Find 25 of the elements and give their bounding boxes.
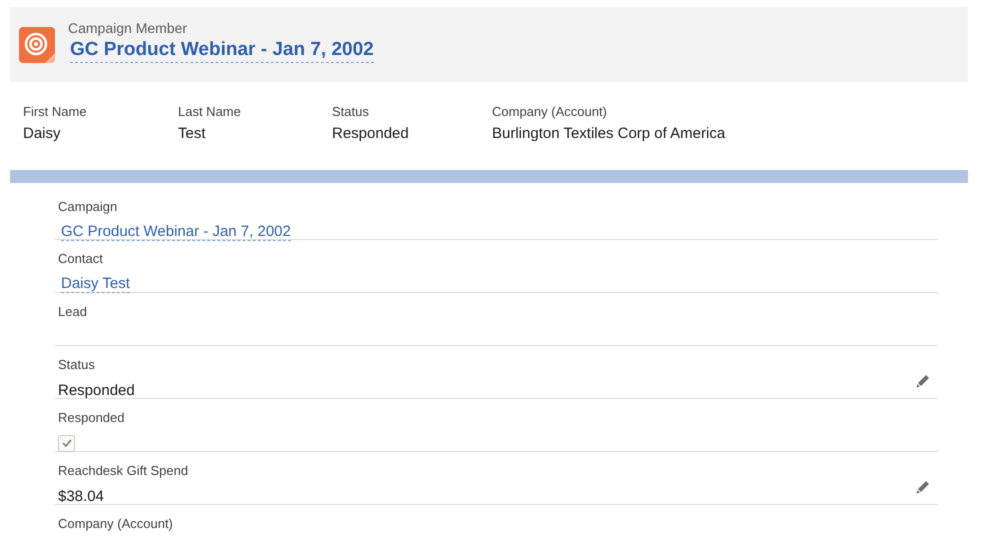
field-value: Daisy — [23, 125, 62, 142]
field-value: Burlington Textiles Corp of America — [492, 125, 726, 142]
field-label: First Name — [23, 104, 88, 119]
record-link[interactable]: Daisy Test — [61, 275, 130, 293]
field-label: Status — [332, 104, 370, 119]
edit-icon[interactable] — [916, 374, 930, 388]
record-title-link[interactable]: GC Product Webinar - Jan 7, 2002 — [70, 39, 374, 63]
edit-icon[interactable] — [916, 480, 930, 494]
field-value: Responded — [58, 382, 135, 398]
record-link[interactable]: GC Product Webinar - Jan 7, 2002 — [61, 223, 291, 241]
field-label: Reachdesk Gift Spend — [58, 463, 188, 479]
field-label: Lead — [58, 304, 87, 320]
field-label: Contact — [58, 251, 104, 267]
field-label: Company (Account) — [58, 516, 173, 532]
field-label: Last Name — [178, 104, 242, 119]
field-value: Test — [178, 125, 207, 142]
target-icon — [19, 27, 55, 63]
field-label: Responded — [58, 410, 124, 426]
check-icon — [62, 439, 72, 447]
field-value: $38.04 — [58, 488, 104, 504]
field-label: Status — [58, 357, 96, 373]
object-type-label: Campaign Member — [68, 20, 188, 36]
field-value: Responded — [332, 125, 410, 142]
field-label: Campaign — [58, 199, 118, 215]
field-label: Company (Account) — [492, 104, 608, 119]
